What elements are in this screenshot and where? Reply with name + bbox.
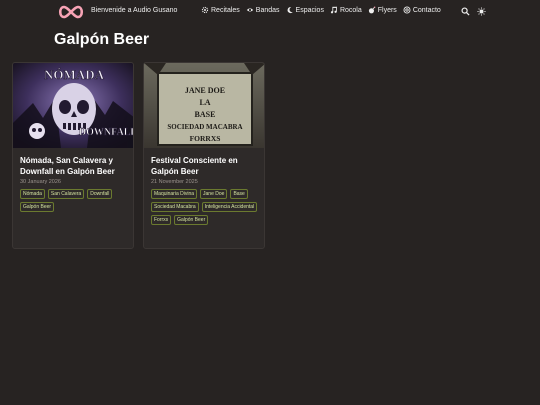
top-navbar: Bienvenide a Audio Gusano Recitales Band… (0, 0, 540, 24)
bomb-icon (368, 6, 376, 14)
menu-item-bandas[interactable]: Bandas (246, 6, 280, 14)
tag[interactable]: Inteligencia Accidental (201, 202, 258, 212)
event-tags: Maquinaria Divina Jane Doe Base Sociedad… (151, 189, 263, 225)
event-date: 21 November 2025 (151, 179, 198, 185)
svg-text:NÓMADA: NÓMADA (44, 67, 105, 82)
tag[interactable]: Galpón Beer (20, 202, 55, 212)
event-card[interactable]: NÓMADA DOWNFALL Nómada, San Calavera y D… (12, 62, 134, 249)
tag[interactable]: Base (230, 189, 248, 199)
tag[interactable]: Maquinaria Divina (151, 189, 198, 199)
event-tags: Nómada San Calavera Downfall Galpón Beer (20, 189, 132, 212)
svg-text:BASE: BASE (195, 110, 216, 119)
event-title[interactable]: Festival Consciente en Galpón Beer (151, 155, 263, 177)
menu-label: Flyers (377, 6, 397, 14)
tag[interactable]: Downfall (87, 189, 113, 199)
svg-text:JANE DOE: JANE DOE (185, 86, 225, 95)
tag[interactable]: Nómada (20, 189, 45, 199)
tag[interactable]: Forrxs (151, 215, 172, 225)
tag[interactable]: San Calavera (47, 189, 85, 199)
eye-icon (246, 8, 253, 12)
svg-text:DOWNFALL: DOWNFALL (79, 127, 134, 138)
brand-title[interactable]: Bienvenide a Audio Gusano (91, 7, 177, 14)
menu-item-contacto[interactable]: Contacto (403, 6, 441, 14)
menu-item-recitales[interactable]: Recitales (201, 6, 240, 14)
gear-icon (201, 6, 209, 14)
menu-label: Contacto (412, 6, 441, 14)
moon-icon (287, 7, 293, 14)
event-flyer-image[interactable]: NÓMADA DOWNFALL (13, 63, 134, 148)
tag[interactable]: Jane Doe (200, 189, 228, 199)
menu-item-flyers[interactable]: Flyers (368, 6, 397, 14)
menu-label: Bandas (255, 6, 280, 14)
svg-text:SOCIEDAD MACABRA: SOCIEDAD MACABRA (167, 123, 242, 131)
event-card[interactable]: JANE DOE LA BASE SOCIEDAD MACABRA FORRXS… (143, 62, 265, 249)
sun-theme-toggle-icon[interactable] (477, 7, 486, 16)
main-menu: Recitales Bandas Espacios Rocola Flyers … (201, 6, 441, 14)
tag[interactable]: Sociedad Macabra (151, 202, 199, 212)
menu-label: Rocola (339, 6, 362, 14)
menu-item-rocola[interactable]: Rocola (330, 6, 362, 14)
menu-label: Espacios (295, 6, 324, 14)
svg-text:LA: LA (199, 98, 210, 107)
music-note-icon (330, 6, 337, 14)
svg-text:FORRXS: FORRXS (190, 134, 221, 143)
event-date: 30 January 2026 (20, 179, 61, 185)
menu-label: Recitales (211, 6, 240, 14)
page-title: Galpón Beer (54, 31, 150, 48)
menu-item-espacios[interactable]: Espacios (286, 6, 324, 14)
event-flyer-image[interactable]: JANE DOE LA BASE SOCIEDAD MACABRA FORRXS (144, 63, 265, 148)
event-title[interactable]: Nómada, San Calavera y Downfall en Galpó… (20, 155, 132, 177)
at-icon (403, 6, 411, 14)
infinity-logo-icon[interactable] (57, 4, 85, 20)
search-icon[interactable] (461, 7, 470, 16)
tag[interactable]: Galpón Beer (174, 215, 209, 225)
